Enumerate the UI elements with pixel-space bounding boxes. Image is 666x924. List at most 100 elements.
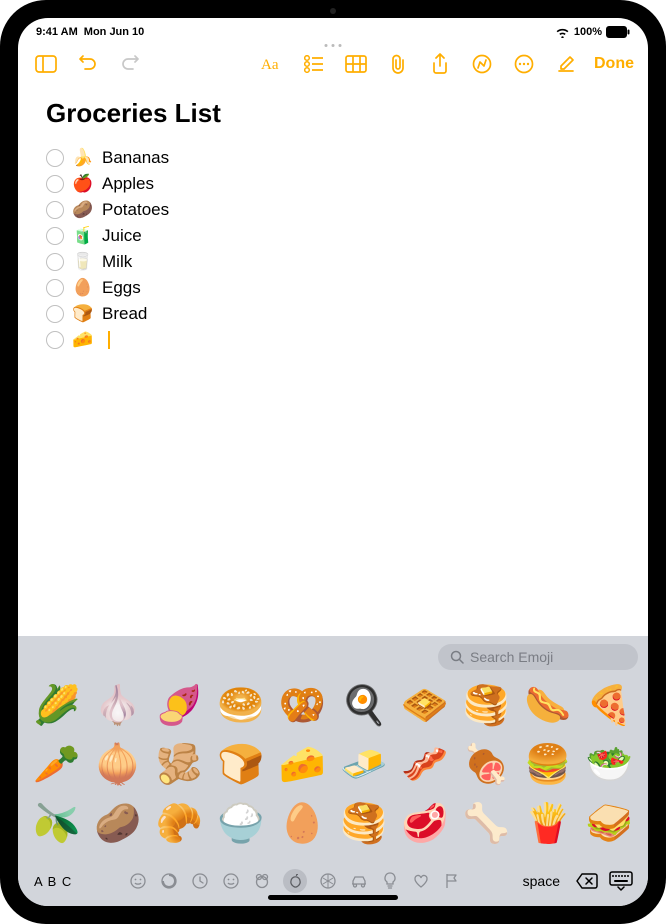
emoji-grid: 🌽🧄🍠🥯🥨🍳🧇🥞🌭🍕🥕🧅🫚🍞🧀🧈🥓🍖🍔🥗🫒🥔🥐🍚🥚🥞🥩🦴🍟🥪 xyxy=(18,674,648,860)
emoji-key[interactable]: 🥔 xyxy=(87,795,148,854)
more-button[interactable] xyxy=(510,50,538,78)
note-toolbar: Aa xyxy=(18,42,648,86)
emoji-key[interactable]: 🥚 xyxy=(272,795,333,854)
checklist-item[interactable]: 🥛 Milk xyxy=(46,249,620,275)
share-button[interactable] xyxy=(426,50,454,78)
category-food-icon[interactable] xyxy=(283,869,307,893)
checklist-item[interactable]: 🍌 Bananas xyxy=(46,145,620,171)
sidebar-toggle-button[interactable] xyxy=(32,50,60,78)
checkbox-icon[interactable] xyxy=(46,227,64,245)
category-travel-icon[interactable] xyxy=(349,871,369,891)
emoji-key[interactable]: 🥨 xyxy=(272,676,333,735)
delete-key[interactable] xyxy=(574,868,600,894)
home-indicator[interactable] xyxy=(268,895,398,900)
checklist: 🍌 Bananas 🍎Apples🥔Potatoes🧃Juice 🥛 Milk 🥚Eggs… xyxy=(46,145,620,353)
emoji-key[interactable]: 🍕 xyxy=(579,676,640,735)
emoji-key[interactable]: 🥩 xyxy=(394,795,455,854)
checklist-item[interactable]: 🥚Eggs xyxy=(46,275,620,301)
checklist-item[interactable]: 🥔Potatoes xyxy=(46,197,620,223)
emoji-key[interactable]: 🫒 xyxy=(26,795,87,854)
wifi-icon xyxy=(555,27,570,38)
checkbox-icon[interactable] xyxy=(46,331,64,349)
emoji-key[interactable]: 🥪 xyxy=(579,795,640,854)
emoji-key[interactable]: 🧀 xyxy=(272,735,333,794)
emoji-key[interactable]: 🥓 xyxy=(394,735,455,794)
category-flags-icon[interactable] xyxy=(442,871,462,891)
emoji-search-field[interactable]: Search Emoji xyxy=(438,644,638,670)
checklist-item[interactable]: 🍞 Bread xyxy=(46,301,620,327)
emoji-key[interactable]: 🧇 xyxy=(394,676,455,735)
item-emoji: 🍞 xyxy=(72,304,94,324)
item-label: Eggs xyxy=(102,278,141,298)
category-people-icon[interactable] xyxy=(190,871,210,891)
emoji-key[interactable]: 🌭 xyxy=(517,676,578,735)
checkbox-icon[interactable] xyxy=(46,201,64,219)
compose-button[interactable] xyxy=(552,50,580,78)
checklist-item[interactable]: 🧀 xyxy=(46,327,620,353)
category-objects-icon[interactable] xyxy=(380,871,400,891)
checkbox-icon[interactable] xyxy=(46,305,64,323)
note-title[interactable]: Groceries List xyxy=(46,98,620,129)
emoji-keyboard: Search Emoji 🌽🧄🍠🥯🥨🍳🧇🥞🌭🍕🥕🧅🫚🍞🧀🧈🥓🍖🍔🥗🫒🥔🥐🍚🥚🥞🥩… xyxy=(18,636,648,906)
emoji-key[interactable]: 🍟 xyxy=(517,795,578,854)
emoji-key[interactable]: 🥐 xyxy=(149,795,210,854)
done-button[interactable]: Done xyxy=(594,55,634,73)
emoji-key[interactable]: 🌽 xyxy=(26,676,87,735)
text-cursor xyxy=(108,331,110,349)
category-nature-icon[interactable] xyxy=(252,871,272,891)
emoji-key[interactable]: 🍳 xyxy=(333,676,394,735)
category-symbols-icon[interactable] xyxy=(411,871,431,891)
emoji-key[interactable]: 🦴 xyxy=(456,795,517,854)
status-time: 9:41 AM xyxy=(36,26,78,38)
checklist-button[interactable] xyxy=(300,50,328,78)
markup-button[interactable] xyxy=(468,50,496,78)
format-button[interactable]: Aa xyxy=(258,50,286,78)
emoji-key[interactable]: 🧅 xyxy=(87,735,148,794)
item-emoji: 🧀 xyxy=(72,330,94,350)
status-bar: 9:41 AM Mon Jun 10 100% xyxy=(18,18,648,42)
space-key[interactable]: space xyxy=(517,869,566,893)
note-body[interactable]: Groceries List 🍌 Bananas 🍎Apples🥔Potatoes🧃… xyxy=(18,86,648,636)
emoji-key[interactable]: 🥞 xyxy=(456,676,517,735)
emoji-key[interactable]: 🥗 xyxy=(579,735,640,794)
item-label: Bananas xyxy=(102,148,169,168)
battery-percent: 100% xyxy=(574,26,602,38)
emoji-key[interactable]: 🧈 xyxy=(333,735,394,794)
emoji-key[interactable]: 🧄 xyxy=(87,676,148,735)
dismiss-keyboard-key[interactable] xyxy=(608,868,634,894)
undo-button[interactable] xyxy=(74,50,102,78)
checkbox-icon[interactable] xyxy=(46,175,64,193)
category-activity-icon[interactable] xyxy=(318,871,338,891)
emoji-key[interactable]: 🍠 xyxy=(149,676,210,735)
checklist-item[interactable]: 🧃Juice xyxy=(46,223,620,249)
emoji-key[interactable]: 🍔 xyxy=(517,735,578,794)
emoji-key[interactable]: 🍞 xyxy=(210,735,271,794)
item-emoji: 🥛 xyxy=(72,252,94,272)
emoji-key[interactable]: 🥕 xyxy=(26,735,87,794)
item-emoji: 🍌 xyxy=(72,148,94,168)
emoji-search-placeholder: Search Emoji xyxy=(470,649,553,665)
battery-icon xyxy=(606,26,630,38)
item-label: Milk xyxy=(102,252,132,272)
svg-text:Aa: Aa xyxy=(261,57,279,73)
checkbox-icon[interactable] xyxy=(46,279,64,297)
redo-button[interactable] xyxy=(116,50,144,78)
attach-button[interactable] xyxy=(384,50,412,78)
checkbox-icon[interactable] xyxy=(46,253,64,271)
item-emoji: 🍎 xyxy=(72,174,94,194)
emoji-key[interactable]: 🍖 xyxy=(456,735,517,794)
item-label: Bread xyxy=(102,304,147,324)
abc-key[interactable]: A B C xyxy=(32,870,74,893)
checklist-item[interactable]: 🍎Apples xyxy=(46,171,620,197)
table-button[interactable] xyxy=(342,50,370,78)
emoji-key[interactable]: 🥞 xyxy=(333,795,394,854)
checkbox-icon[interactable] xyxy=(46,149,64,167)
item-label: Juice xyxy=(102,226,142,246)
emoji-key[interactable]: 🫚 xyxy=(149,735,210,794)
item-emoji: 🥔 xyxy=(72,200,94,220)
category-frequently-used-icon[interactable] xyxy=(128,871,148,891)
category-animals-icon[interactable] xyxy=(221,871,241,891)
category-smileys-icon[interactable] xyxy=(159,871,179,891)
emoji-key[interactable]: 🍚 xyxy=(210,795,271,854)
emoji-key[interactable]: 🥯 xyxy=(210,676,271,735)
